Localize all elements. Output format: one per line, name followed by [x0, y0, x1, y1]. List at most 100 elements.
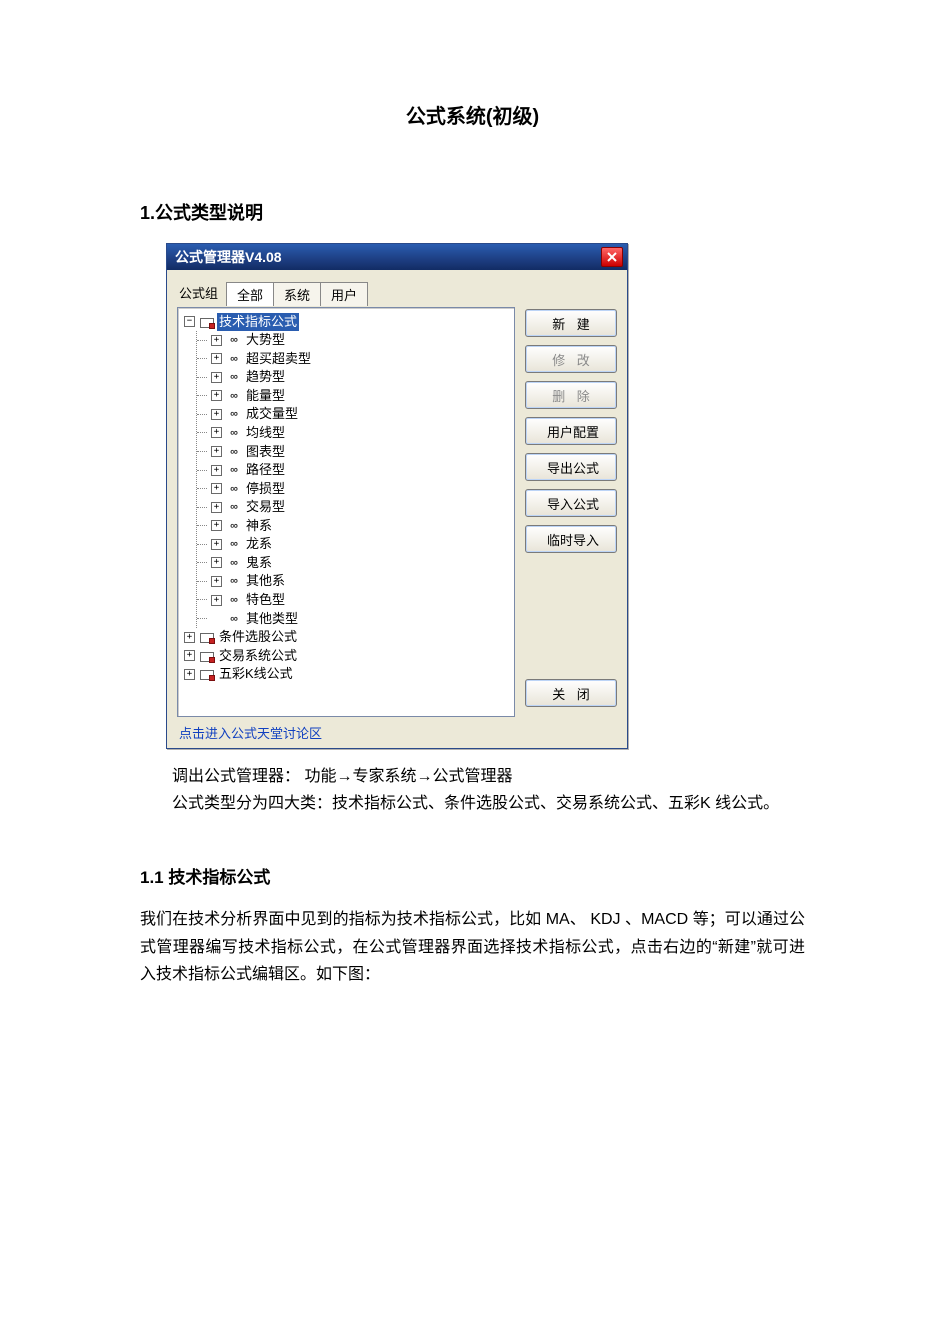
document-page: 公式系统(初级) 1.公式类型说明 公式管理器V4.08 公式组 全部 系统 用… [0, 0, 945, 1337]
link-icon: ∞ [227, 575, 241, 587]
tree-node-label[interactable]: 交易系统公式 [217, 647, 299, 665]
tree-node-label[interactable]: 特色型 [244, 591, 287, 609]
tree-node-label[interactable]: 路径型 [244, 461, 287, 479]
expander-plus-icon[interactable]: + [211, 557, 222, 568]
tree-node-label[interactable]: 成交量型 [244, 405, 300, 423]
tabs-group-label: 公式组 [177, 280, 226, 305]
tree-child: + ∞能量型 [197, 386, 512, 405]
tab-all[interactable]: 全部 [226, 282, 274, 306]
tree-node-label[interactable]: 能量型 [244, 387, 287, 405]
export-button[interactable]: 导出公式 [525, 453, 617, 481]
link-icon: ∞ [227, 557, 241, 569]
tab-system[interactable]: 系统 [273, 282, 321, 306]
folder-icon [200, 631, 214, 643]
close-button[interactable]: 关 闭 [525, 679, 617, 707]
document-title: 公式系统(初级) [140, 100, 805, 129]
tree-node-label[interactable]: 鬼系 [244, 554, 274, 572]
dialog-content-row: − 技术指标公式 +∞大势型 +∞超买超卖型 +∞趋势型 +∞能量型 +∞成交量… [177, 307, 617, 717]
tree-node-label[interactable]: 停损型 [244, 480, 287, 498]
tree-node-label[interactable]: 龙系 [244, 535, 274, 553]
link-icon: ∞ [227, 613, 241, 625]
forum-link[interactable]: 点击进入公式天堂讨论区 [177, 717, 617, 742]
tree-child: + ∞均线型 [197, 423, 512, 442]
tree-node-label[interactable]: 均线型 [244, 424, 287, 442]
tree-root-tech-indicator: − 技术指标公式 +∞大势型 +∞超买超卖型 +∞趋势型 +∞能量型 +∞成交量… [180, 312, 512, 628]
tree-node-label[interactable]: 神系 [244, 517, 274, 535]
link-icon: ∞ [227, 427, 241, 439]
link-icon: ∞ [227, 334, 241, 346]
tree-root-color-kline: + 五彩K线公式 [180, 665, 512, 684]
dialog-body: 公式组 全部 系统 用户 − 技术指标公式 [167, 270, 627, 748]
temp-import-button[interactable]: 临时导入 [525, 525, 617, 553]
tree-child: +∞趋势型 [197, 368, 512, 387]
link-icon: ∞ [227, 483, 241, 495]
expander-plus-icon[interactable]: + [184, 650, 195, 661]
formula-manager-dialog: 公式管理器V4.08 公式组 全部 系统 用户 − [166, 243, 628, 749]
tree-node-label[interactable]: 趋势型 [244, 368, 287, 386]
link-icon: ∞ [227, 408, 241, 420]
expander-plus-icon[interactable]: + [184, 632, 195, 643]
tree-root-trade-system: + 交易系统公式 [180, 646, 512, 665]
dialog-titlebar[interactable]: 公式管理器V4.08 [167, 244, 627, 270]
tree-node-label[interactable]: 大势型 [244, 331, 287, 349]
expander-plus-icon[interactable]: + [211, 372, 222, 383]
tree-child: + ∞停损型 [197, 479, 512, 498]
tree-child: + ∞其他系 [197, 572, 512, 591]
link-icon: ∞ [227, 501, 241, 513]
side-button-column: 新 建 修 改 删 除 用户配置 导出公式 导入公式 临时导入 关 闭 [525, 307, 617, 717]
expander-plus-icon[interactable]: + [184, 669, 195, 680]
expander-plus-icon[interactable]: + [211, 539, 222, 550]
expander-plus-icon[interactable]: + [211, 446, 222, 457]
formula-tree-panel[interactable]: − 技术指标公式 +∞大势型 +∞超买超卖型 +∞趋势型 +∞能量型 +∞成交量… [177, 307, 515, 717]
folder-icon [200, 650, 214, 662]
tree-child: + ∞龙系 [197, 535, 512, 554]
paragraph-1-1-body: 我们在技术分析界面中见到的指标为技术指标公式，比如 MA、 KDJ 、MACD … [140, 906, 805, 988]
tabs-row: 公式组 全部 系统 用户 [177, 280, 617, 305]
tree-node-label[interactable]: 其他类型 [244, 610, 300, 628]
link-icon: ∞ [227, 353, 241, 365]
tree-node-label[interactable]: 五彩K线公式 [217, 665, 295, 683]
expander-plus-icon[interactable]: + [211, 390, 222, 401]
expander-plus-icon[interactable]: + [211, 483, 222, 494]
expander-plus-icon[interactable]: + [211, 465, 222, 476]
close-icon[interactable] [601, 247, 623, 267]
tree-child: +∞特色型 [197, 590, 512, 609]
link-icon: ∞ [227, 538, 241, 550]
expander-plus-icon[interactable]: + [211, 409, 222, 420]
expander-plus-icon[interactable]: + [211, 427, 222, 438]
folder-icon [200, 316, 214, 328]
new-button[interactable]: 新 建 [525, 309, 617, 337]
expander-minus-icon[interactable]: − [184, 316, 195, 327]
tab-user[interactable]: 用户 [320, 282, 368, 306]
tree-child: + ∞神系 [197, 516, 512, 535]
tree-child: +∞图表型 [197, 442, 512, 461]
expander-plus-icon[interactable]: + [211, 335, 222, 346]
tree-child: + ∞大势型 [197, 331, 512, 350]
tree-node-label[interactable]: 交易型 [244, 498, 287, 516]
expander-plus-icon[interactable]: + [211, 520, 222, 531]
tree-child: + ∞成交量型 [197, 405, 512, 424]
paragraph-open-manager: 调出公式管理器： 功能→专家系统→公式管理器 [140, 763, 805, 790]
tree-child: ∞其他类型 [197, 609, 512, 628]
edit-button[interactable]: 修 改 [525, 345, 617, 373]
section-1-1-heading: 1.1 技术指标公式 [140, 863, 805, 888]
delete-button[interactable]: 删 除 [525, 381, 617, 409]
tree-node-label[interactable]: 条件选股公式 [217, 628, 299, 646]
link-icon: ∞ [227, 520, 241, 532]
tree-child: + ∞鬼系 [197, 553, 512, 572]
user-config-button[interactable]: 用户配置 [525, 417, 617, 445]
expander-plus-icon[interactable]: + [211, 502, 222, 513]
tree-node-label[interactable]: 技术指标公式 [217, 313, 299, 331]
expander-plus-icon[interactable]: + [211, 595, 222, 606]
link-icon: ∞ [227, 390, 241, 402]
import-button[interactable]: 导入公式 [525, 489, 617, 517]
expander-plus-icon[interactable]: + [211, 353, 222, 364]
tree-node-label[interactable]: 其他系 [244, 572, 287, 590]
dialog-title: 公式管理器V4.08 [175, 247, 282, 267]
tree-node-label[interactable]: 超买超卖型 [244, 350, 313, 368]
expander-plus-icon[interactable]: + [211, 576, 222, 587]
tree-child: + ∞交易型 [197, 498, 512, 517]
tree-node-label[interactable]: 图表型 [244, 443, 287, 461]
formula-tree: − 技术指标公式 +∞大势型 +∞超买超卖型 +∞趋势型 +∞能量型 +∞成交量… [180, 312, 512, 683]
folder-icon [200, 668, 214, 680]
